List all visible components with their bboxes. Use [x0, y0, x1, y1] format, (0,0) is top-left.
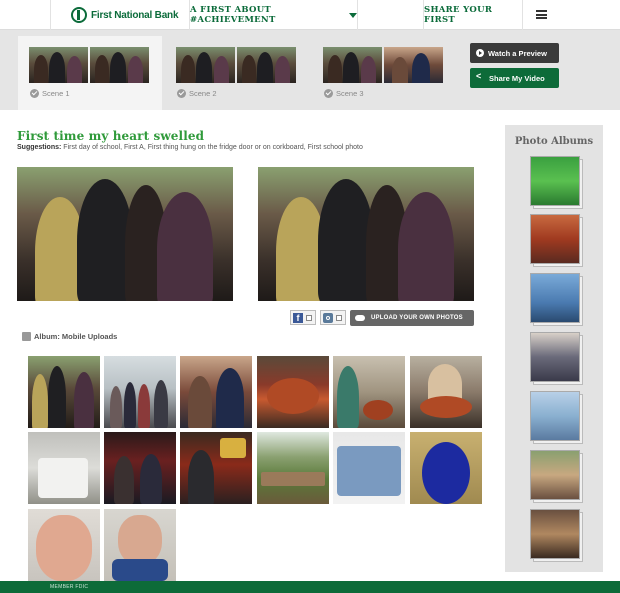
album-photo[interactable] [180, 356, 252, 428]
watch-preview-label: Watch a Preview [488, 48, 547, 58]
bank-logo-icon [71, 7, 87, 23]
brand-name: First National Bank [91, 9, 179, 21]
cloud-upload-icon [355, 315, 365, 321]
facebook-icon: f [293, 312, 303, 323]
share-video-label: Share My Video [489, 73, 545, 83]
instagram-source-toggle[interactable] [320, 310, 346, 325]
scene-2-label: Scene 2 [189, 89, 217, 98]
brand-logo-link[interactable]: First National Bank [50, 0, 190, 30]
album-photo[interactable] [180, 432, 252, 504]
check-icon [324, 89, 333, 98]
album-thumbnail[interactable] [530, 273, 583, 326]
page-title: First time my heart swelled [17, 129, 205, 143]
share-your-first-label: SHARE YOUR FIRST [424, 5, 493, 25]
share-your-first-link[interactable]: SHARE YOUR FIRST [423, 0, 523, 30]
scene-1-photo-2 [90, 47, 149, 83]
scene-1-label: Scene 1 [42, 89, 70, 98]
achievement-dropdown[interactable]: A FIRST ABOUT #ACHIEVEMENT [190, 0, 358, 30]
chevron-down-icon [349, 12, 357, 18]
album-photo[interactable] [28, 432, 100, 504]
check-icon [30, 89, 39, 98]
scene-tab-1[interactable]: Scene 1 [18, 36, 162, 110]
album-icon [22, 332, 31, 341]
upload-photos-button[interactable]: UPLOAD YOUR OWN PHOTOS [350, 310, 474, 326]
scene-tab-3[interactable]: Scene 3 [312, 36, 456, 110]
album-name: Album: Mobile Uploads [34, 332, 118, 341]
play-icon [476, 49, 484, 57]
album-photo[interactable] [104, 509, 176, 581]
album-thumbnail[interactable] [530, 214, 583, 267]
album-photo[interactable] [410, 432, 482, 504]
facebook-checkbox[interactable] [306, 314, 312, 321]
share-video-button[interactable]: Share My Video [470, 68, 559, 88]
instagram-checkbox[interactable] [336, 314, 342, 321]
upload-photos-label: UPLOAD YOUR OWN PHOTOS [371, 315, 463, 321]
scene-2-photo-1 [176, 47, 235, 83]
album-label: Album: Mobile Uploads [22, 332, 117, 341]
album-photo[interactable] [257, 356, 329, 428]
member-fdic-text: MEMBER FDIC [50, 584, 89, 590]
album-photo[interactable] [104, 356, 176, 428]
watch-preview-button[interactable]: Watch a Preview [470, 43, 559, 63]
check-icon [177, 89, 186, 98]
album-thumbnail[interactable] [530, 450, 583, 503]
facebook-source-toggle[interactable]: f [290, 310, 316, 325]
album-thumbnail[interactable] [530, 156, 583, 209]
photo-albums-panel: Photo Albums [505, 125, 603, 572]
selected-photo-slot-1[interactable] [17, 167, 233, 301]
achievement-dropdown-label: A FIRST ABOUT #ACHIEVEMENT [190, 5, 276, 25]
album-photo[interactable] [410, 356, 482, 428]
album-photo[interactable] [257, 432, 329, 504]
suggestions-text: Suggestions: First day of school, First … [17, 144, 363, 151]
page: First National Bank A FIRST ABOUT #ACHIE… [0, 0, 620, 593]
scene-3-label: Scene 3 [336, 89, 364, 98]
album-thumbnail[interactable] [530, 332, 583, 385]
top-header: First National Bank A FIRST ABOUT #ACHIE… [0, 0, 620, 30]
scene-2-photo-2 [237, 47, 296, 83]
selected-photo-slot-2[interactable] [258, 167, 474, 301]
photo-albums-title: Photo Albums [514, 136, 594, 147]
album-photo[interactable] [28, 356, 100, 428]
scene-3-photo-1 [323, 47, 382, 83]
scene-tab-2[interactable]: Scene 2 [165, 36, 309, 110]
instagram-icon [323, 312, 333, 323]
album-photo[interactable] [333, 356, 405, 428]
footer-bar: MEMBER FDIC [0, 581, 620, 593]
share-icon [476, 71, 484, 82]
scene-3-photo-2 [384, 47, 443, 83]
suggestions-list: First day of school, First A, First thin… [63, 144, 363, 151]
album-thumbnail[interactable] [530, 509, 583, 562]
suggestions-label: Suggestions: [17, 144, 62, 151]
album-thumbnail[interactable] [530, 391, 583, 444]
album-photo[interactable] [333, 432, 405, 504]
menu-icon[interactable] [536, 10, 547, 19]
album-photo[interactable] [104, 432, 176, 504]
album-photo[interactable] [28, 509, 100, 581]
scene-1-photo-1 [29, 47, 88, 83]
